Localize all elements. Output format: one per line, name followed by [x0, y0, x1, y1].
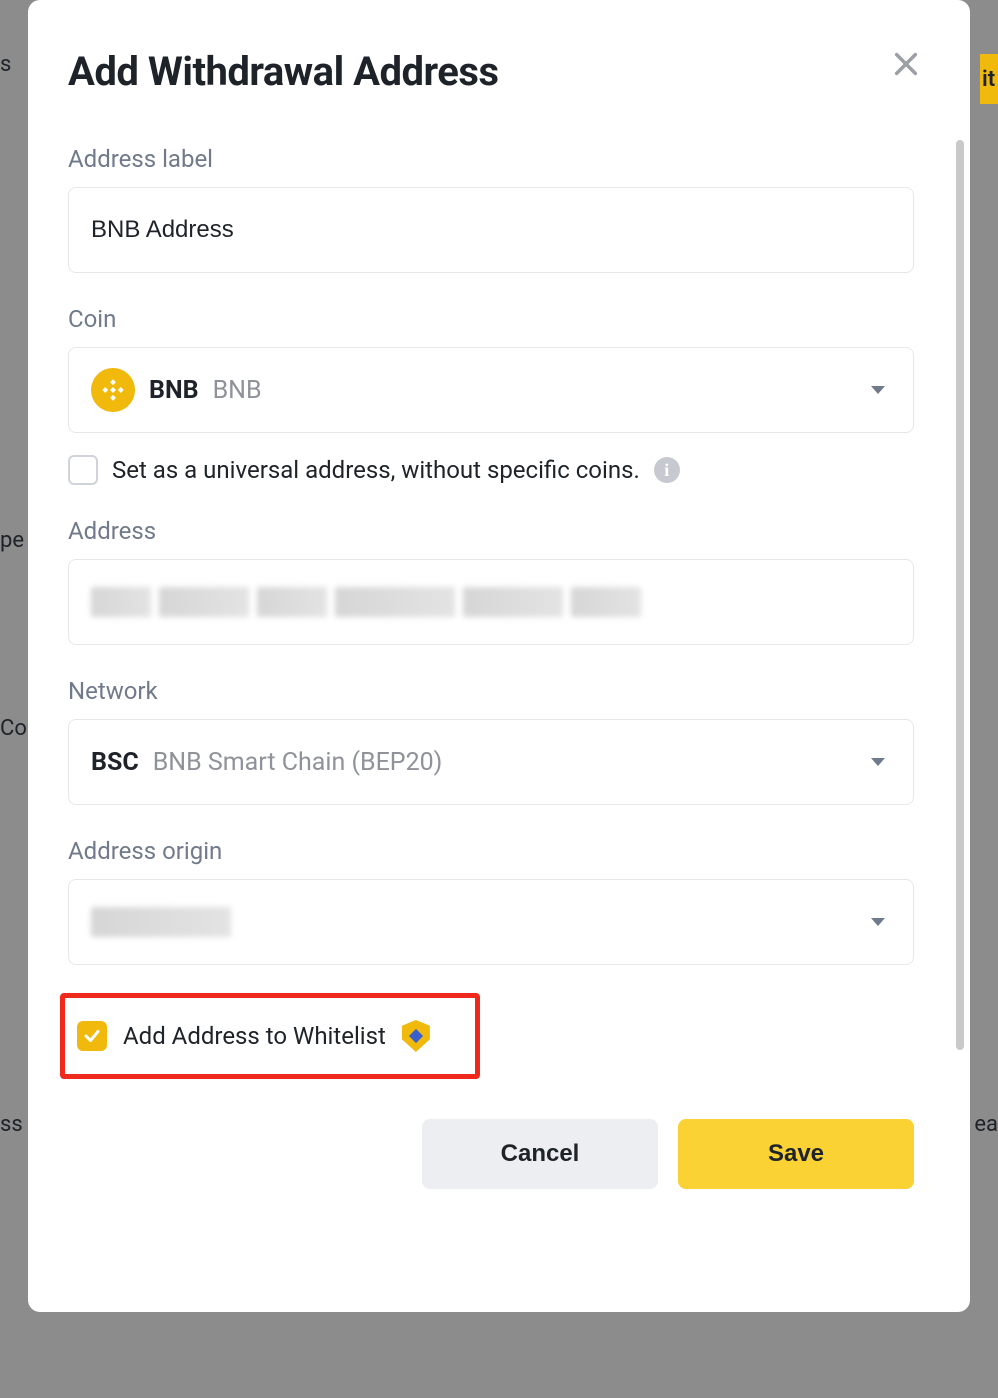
coin-symbol: BNB	[149, 376, 199, 405]
universal-address-row: Set as a universal address, without spec…	[68, 455, 914, 485]
chevron-down-icon	[871, 758, 885, 766]
origin-redacted	[91, 902, 231, 942]
field-address-label: Address label	[68, 145, 914, 273]
network-symbol: BSC	[91, 748, 139, 777]
bg-text: ss	[0, 1112, 23, 1137]
shield-icon	[402, 1020, 430, 1052]
origin-select[interactable]	[68, 879, 914, 965]
chevron-down-icon	[871, 386, 885, 394]
bg-text: pe	[0, 528, 24, 553]
network-caption: Network	[68, 677, 914, 705]
bg-text: s	[0, 52, 11, 77]
modal-title: Add Withdrawal Address	[68, 48, 914, 95]
bnb-coin-icon	[91, 368, 135, 412]
field-address-origin: Address origin	[68, 837, 914, 965]
whitelist-checkbox[interactable]	[77, 1021, 107, 1051]
universal-address-checkbox[interactable]	[68, 455, 98, 485]
modal-button-row: Cancel Save	[68, 1119, 914, 1189]
info-icon[interactable]: i	[654, 457, 680, 483]
whitelist-label: Add Address to Whitelist	[123, 1022, 386, 1050]
chevron-down-icon	[871, 918, 885, 926]
modal-backdrop: s it pe Co ss ea Add Withdrawal Address …	[0, 0, 998, 1398]
field-address: Address	[68, 517, 914, 645]
bg-text: Co	[0, 716, 27, 741]
address-caption: Address	[68, 517, 914, 545]
network-name: BNB Smart Chain (BEP20)	[153, 748, 443, 777]
bg-text: ea	[974, 1112, 998, 1137]
whitelist-row-highlighted: Add Address to Whitelist	[60, 993, 480, 1079]
address-label-caption: Address label	[68, 145, 914, 173]
close-icon	[892, 50, 920, 78]
network-select[interactable]: BSC BNB Smart Chain (BEP20)	[68, 719, 914, 805]
save-button[interactable]: Save	[678, 1119, 914, 1189]
field-network: Network BSC BNB Smart Chain (BEP20)	[68, 677, 914, 805]
origin-caption: Address origin	[68, 837, 914, 865]
coin-select[interactable]: BNB BNB	[68, 347, 914, 433]
add-withdrawal-address-modal: Add Withdrawal Address Address label Coi…	[28, 0, 970, 1312]
cancel-button[interactable]: Cancel	[422, 1119, 658, 1189]
close-button[interactable]	[892, 50, 920, 78]
address-input[interactable]	[68, 559, 914, 645]
coin-name: BNB	[213, 376, 262, 405]
address-redacted	[91, 582, 641, 622]
field-coin: Coin BNB BNB Set as a universal address,…	[68, 305, 914, 485]
universal-address-label: Set as a universal address, without spec…	[112, 456, 640, 484]
bg-yellow-chip: it	[980, 54, 998, 104]
coin-caption: Coin	[68, 305, 914, 333]
check-icon	[83, 1027, 101, 1045]
modal-scrollbar[interactable]	[956, 140, 964, 1050]
address-label-input[interactable]	[68, 187, 914, 273]
